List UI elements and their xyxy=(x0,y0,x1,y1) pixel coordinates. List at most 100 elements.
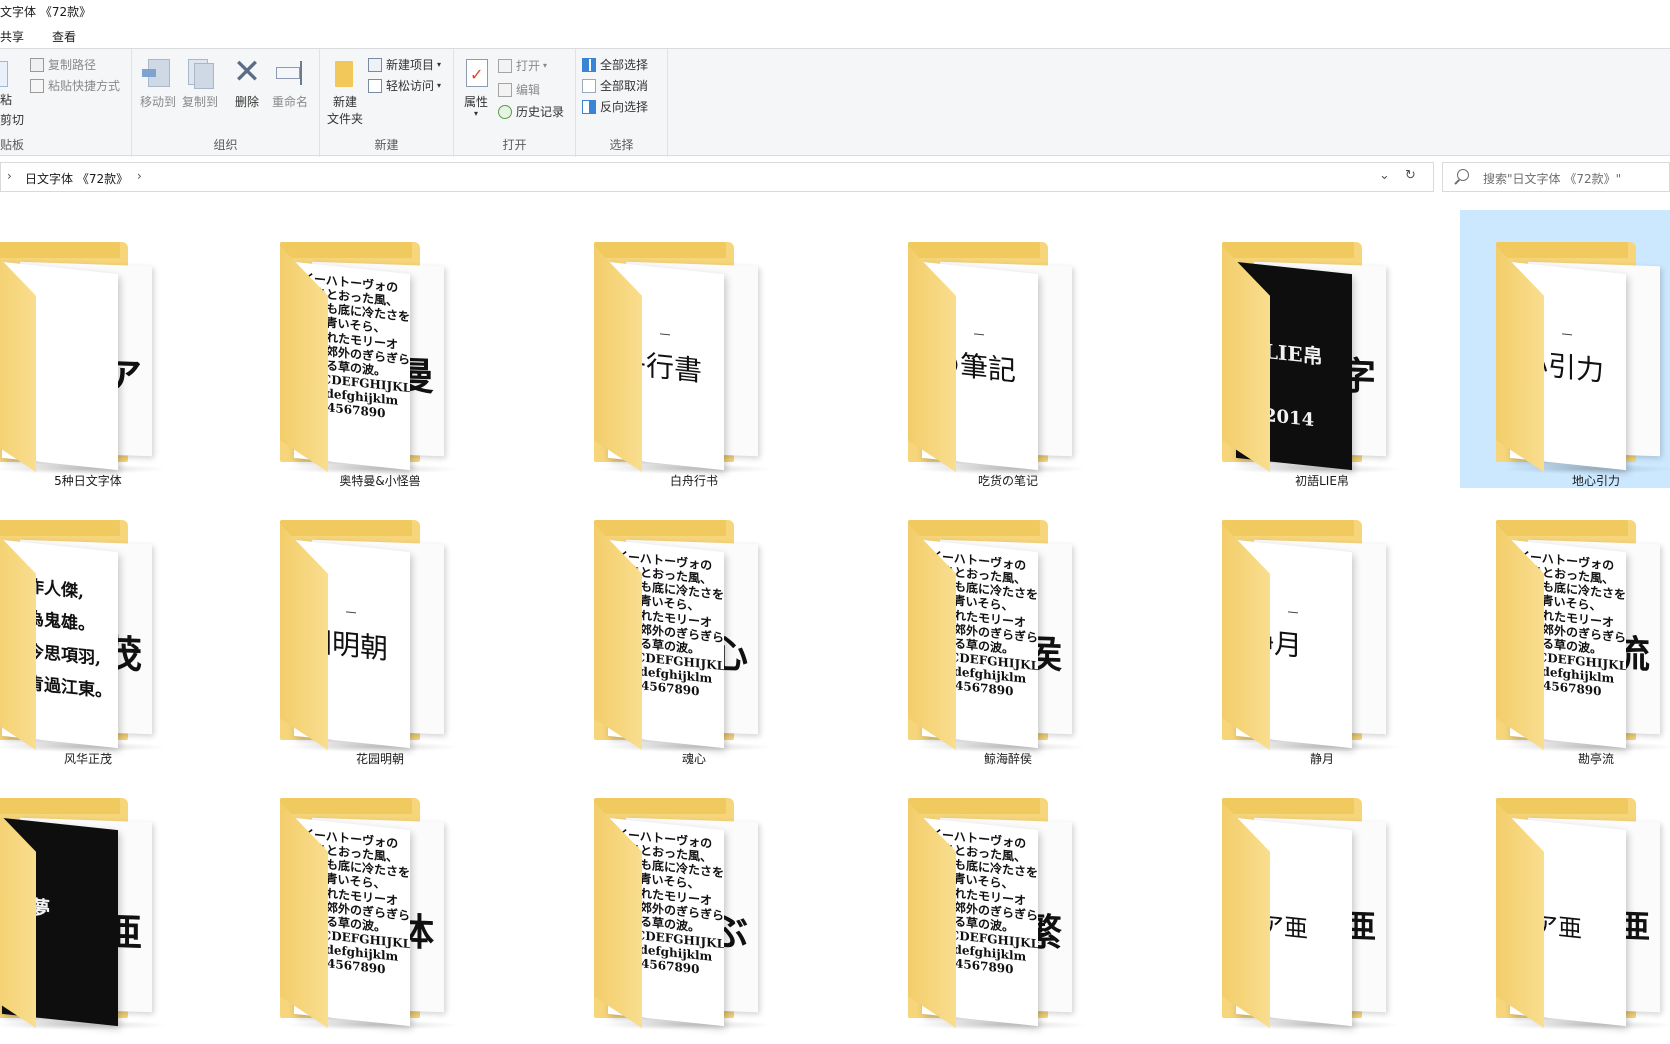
menu-view[interactable]: 查看 xyxy=(52,28,76,45)
new-folder-button[interactable]: 新建 文件夹 xyxy=(324,57,366,127)
properties-icon: ✓ xyxy=(460,57,492,89)
address-bar[interactable]: › 日文字体 《72款》 › ⌄ ↻ xyxy=(0,162,1434,192)
edit-button[interactable]: 编辑 xyxy=(498,81,540,98)
folder-item[interactable]: の筆記 吃货の笔记 xyxy=(872,210,1144,488)
folder-item[interactable]: 体イーハトーヴォの すきとおった風、 夏でも底に冷たさを もつ青いそら、 飾られたモリー… xyxy=(244,766,516,1044)
copy-path-icon xyxy=(30,57,44,72)
invert-selection-button[interactable]: 反向选择 xyxy=(582,98,648,115)
open-icon xyxy=(498,58,512,73)
move-to-button[interactable]: 移动到 xyxy=(138,57,178,110)
folder-tab xyxy=(1222,520,1354,536)
new-item-label: 新建项目 xyxy=(386,58,435,72)
folder-thumbnail: 字語LIE帛 2014 xyxy=(1192,242,1422,474)
folder-name: 静月 xyxy=(1309,752,1334,766)
new-folder-label-1: 新建 xyxy=(332,95,357,109)
folder-tab xyxy=(280,798,412,814)
folder-name: 5种日文字体 xyxy=(54,474,122,488)
easy-access-icon xyxy=(368,78,382,93)
folder-name: 风华正茂 xyxy=(63,752,112,766)
properties-dropdown-icon: ▾ xyxy=(473,109,478,118)
open-button[interactable]: 打开 ▾ xyxy=(498,57,547,74)
folder-item[interactable]: 曼イーハトーヴォの すきとおった風、 夏でも底に冷たさを もつ青いそら、 飾られたモリー… xyxy=(244,210,516,488)
copy-to-button[interactable]: 复制到 xyxy=(180,57,220,110)
rename-label: 重命名 xyxy=(271,95,308,109)
folder-thumbnail: 曼イーハトーヴォの すきとおった風、 夏でも底に冷たさを もつ青いそら、 飾られたモリー… xyxy=(250,242,480,474)
folder-item[interactable]: ア 5种日文字体 xyxy=(0,210,224,488)
move-to-icon xyxy=(142,57,174,89)
folder-thumbnail: 侯イーハトーヴォの すきとおった風、 夏でも底に冷たさを もつ青いそら、 飾られたモリー… xyxy=(878,520,1108,752)
delete-label: 删除 xyxy=(234,95,259,109)
paste-button[interactable]: 粘 xyxy=(0,91,12,108)
folder-tab xyxy=(1222,798,1354,814)
breadcrumb-chevron-icon[interactable]: › xyxy=(137,169,142,183)
folder-thumbnail: 舟行書 xyxy=(564,242,794,474)
search-icon xyxy=(1457,169,1469,181)
folder-tab xyxy=(280,242,412,258)
folder-item[interactable]: 茂生作人傑, 死為鬼雄。 至今思項羽, 不肯過江東。 风华正茂 xyxy=(0,488,224,766)
address-history-dropdown-icon[interactable]: ⌄ xyxy=(1379,168,1390,183)
new-item-button[interactable]: 新建项目 ▾ xyxy=(368,56,441,73)
refresh-icon[interactable]: ↻ xyxy=(1405,168,1416,183)
folder-thumbnail: 体イーハトーヴォの すきとおった風、 夏でも底に冷たさを もつ青いそら、 飾られたモリー… xyxy=(250,798,480,1030)
preview-dash xyxy=(1562,333,1572,336)
folder-name: 吃货の笔记 xyxy=(977,474,1038,488)
folder-tab xyxy=(0,798,120,814)
edit-icon xyxy=(498,82,512,97)
search-input[interactable]: 搜索"日文字体 《72款》" xyxy=(1442,162,1670,192)
folder-item[interactable]: 流イーハトーヴォの すきとおった風、 夏でも底に冷たさを もつ青いそら、 飾られたモリー… xyxy=(1460,488,1670,766)
invert-selection-icon xyxy=(582,99,596,114)
folder-item[interactable]: 園明朝 花园明朝 xyxy=(244,488,516,766)
easy-access-dropdown-icon: ▾ xyxy=(437,81,442,90)
folder-thumbnail: ア xyxy=(0,242,188,474)
menu-share[interactable]: 共享 xyxy=(0,28,24,45)
folder-tab xyxy=(908,798,1040,814)
folder-thumbnail: ア亜ア亜 xyxy=(1466,798,1670,1030)
move-to-label: 移动到 xyxy=(139,95,176,109)
ribbon: 粘 剪切 复制路径 粘贴快捷方式 贴板 移动到 复制到 ✕ 删除 重命名 组织 … xyxy=(0,48,1670,157)
folder-item[interactable]: 繁イーハトーヴォの すきとおった風、 夏でも底に冷たさを もつ青いそら、 飾られたモリー… xyxy=(872,766,1144,1044)
properties-label: 属性 xyxy=(463,95,488,109)
rename-button[interactable]: 重命名 xyxy=(270,57,310,110)
copy-path-button[interactable]: 复制路径 xyxy=(30,56,96,73)
folder-item[interactable]: ア亜ア亜 xyxy=(1186,766,1458,1044)
paste-shortcut-button[interactable]: 粘贴快捷方式 xyxy=(30,77,120,94)
copy-to-icon xyxy=(184,57,216,89)
cut-button[interactable]: 剪切 xyxy=(0,111,24,128)
folder-thumbnail: 静月 xyxy=(1192,520,1422,752)
select-none-button[interactable]: 全部取消 xyxy=(582,77,648,94)
folder-tab xyxy=(280,520,412,536)
rename-icon xyxy=(274,57,306,89)
properties-button[interactable]: ✓ 属性 ▾ xyxy=(458,57,494,118)
ribbon-group-new: 新建 文件夹 新建项目 ▾ 轻松访问 ▾ 新建 xyxy=(320,49,454,157)
folder-tab xyxy=(594,520,726,536)
new-group-label: 新建 xyxy=(374,138,399,152)
new-item-dropdown-icon: ▾ xyxy=(437,60,442,69)
folder-item[interactable]: ぶイーハトーヴォの すきとおった風、 夏でも底に冷たさを もつ青いそら、 飾られたモリー… xyxy=(558,766,830,1044)
breadcrumb-current-folder[interactable]: 日文字体 《72款》 xyxy=(25,170,128,187)
folder-thumbnail: 亜旧夢 xyxy=(0,798,188,1030)
folder-item[interactable]: ア亜ア亜 xyxy=(1460,766,1670,1044)
folder-name: 勘亭流 xyxy=(1577,752,1614,766)
folder-thumbnail: の筆記 xyxy=(878,242,1108,474)
open-group-label: 打开 xyxy=(502,138,527,152)
folder-thumbnail: 茂生作人傑, 死為鬼雄。 至今思項羽, 不肯過江東。 xyxy=(0,520,188,752)
folder-item[interactable]: 舟行書 白舟行书 xyxy=(558,210,830,488)
organize-group-label: 组织 xyxy=(213,138,238,152)
history-button[interactable]: 历史记录 xyxy=(498,103,564,120)
preview-dash xyxy=(346,611,356,614)
folder-name: 初語LIE帛 xyxy=(1295,474,1349,488)
paste-icon xyxy=(0,61,8,87)
select-none-icon xyxy=(582,78,596,93)
invert-selection-label: 反向选择 xyxy=(600,100,649,114)
easy-access-button[interactable]: 轻松访问 ▾ xyxy=(368,77,441,94)
select-all-button[interactable]: 全部选择 xyxy=(582,56,648,73)
folder-item[interactable]: 心引力 地心引力 xyxy=(1460,210,1670,488)
folder-item[interactable]: 侯イーハトーヴォの すきとおった風、 夏でも底に冷たさを もつ青いそら、 飾られたモリー… xyxy=(872,488,1144,766)
folder-item[interactable]: 静月 静月 xyxy=(1186,488,1458,766)
delete-button[interactable]: ✕ 删除 xyxy=(230,55,264,110)
folder-item[interactable]: 亜旧夢 xyxy=(0,766,224,1044)
folder-item[interactable]: 心イーハトーヴォの すきとおった風、 夏でも底に冷たさを もつ青いそら、 飾られたモリー… xyxy=(558,488,830,766)
folder-item[interactable]: 字語LIE帛 2014 初語LIE帛 xyxy=(1186,210,1458,488)
preview-dash xyxy=(660,333,670,336)
folder-tab xyxy=(594,798,726,814)
